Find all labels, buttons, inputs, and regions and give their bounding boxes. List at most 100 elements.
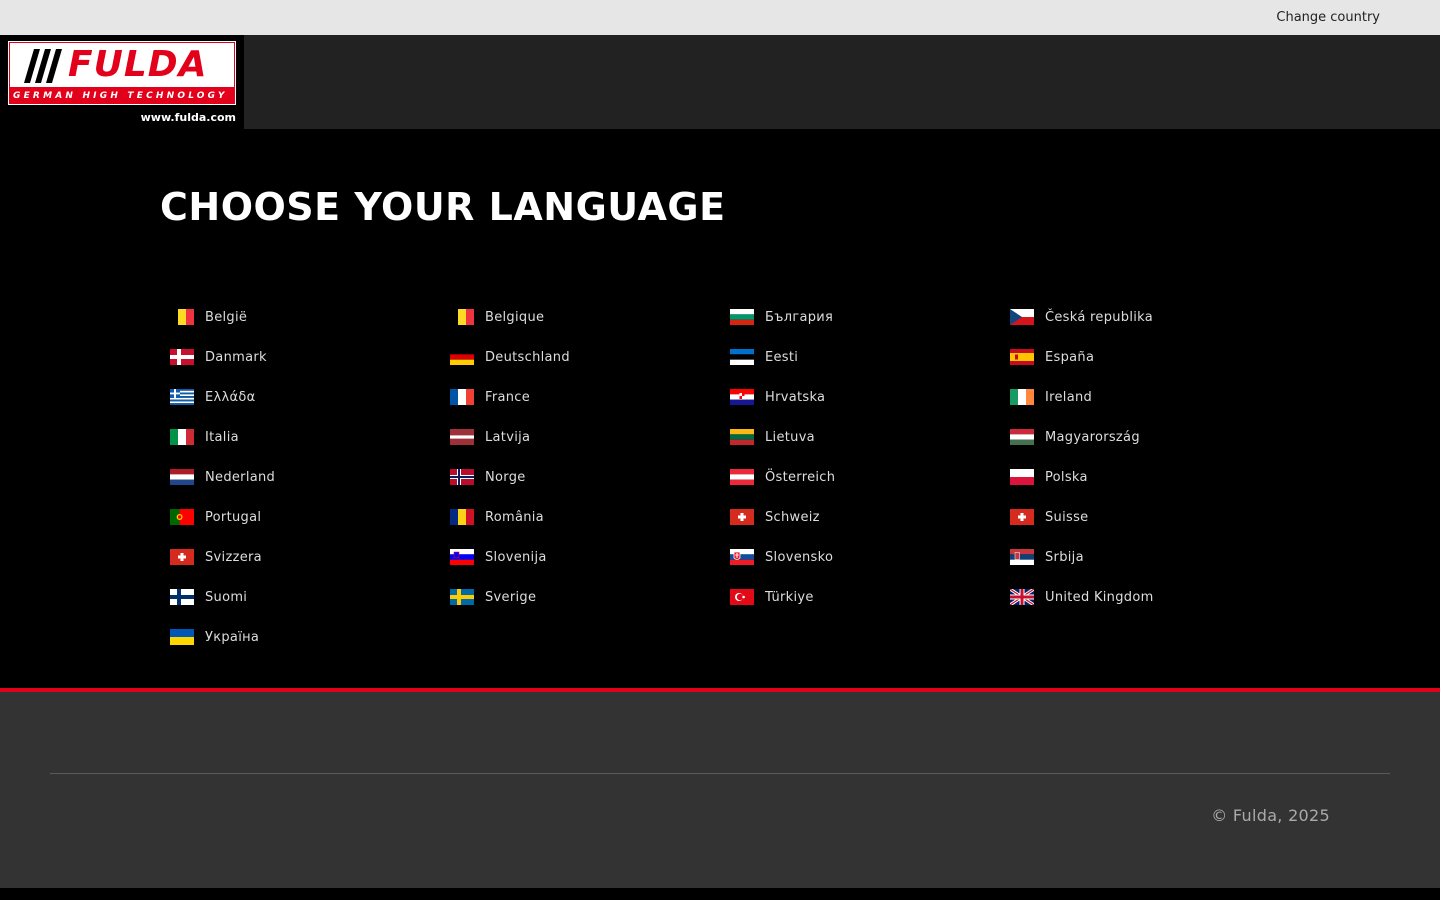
dk-flag-icon xyxy=(170,349,194,365)
fi-flag-icon xyxy=(170,589,194,605)
cz-flag-icon xyxy=(1010,309,1034,325)
logo-band: FULDA xyxy=(10,43,234,87)
language-link-gb[interactable]: United Kingdom xyxy=(1010,580,1290,614)
language-link-es[interactable]: España xyxy=(1010,340,1290,374)
tr-flag-icon xyxy=(730,589,754,605)
no-flag-icon xyxy=(450,469,474,485)
language-link-lv[interactable]: Latvija xyxy=(450,420,730,454)
language-link-fr[interactable]: France xyxy=(450,380,730,414)
language-link-se[interactable]: Sverige xyxy=(450,580,730,614)
bottom-strip xyxy=(0,888,1440,900)
footer-divider xyxy=(50,773,1390,774)
change-country-link[interactable]: Change country xyxy=(1276,10,1380,25)
language-label: Slovensko xyxy=(765,549,834,565)
language-label: Srbija xyxy=(1045,549,1084,565)
language-link-tr[interactable]: Türkiye xyxy=(730,580,1010,614)
logo-wordmark: FULDA xyxy=(68,44,208,85)
ch-flag-icon xyxy=(1010,509,1034,525)
language-label: Slovenija xyxy=(485,549,547,565)
ua-flag-icon xyxy=(170,629,194,645)
language-label: Deutschland xyxy=(485,349,570,365)
copyright-text: © Fulda, 2025 xyxy=(1211,806,1330,825)
language-label: Eesti xyxy=(765,349,799,365)
lt-flag-icon xyxy=(730,429,754,445)
language-link-ch[interactable]: Suisse xyxy=(1010,500,1290,534)
language-label: España xyxy=(1045,349,1095,365)
language-link-sk[interactable]: Slovensko xyxy=(730,540,1010,574)
language-link-hu[interactable]: Magyarország xyxy=(1010,420,1290,454)
pl-flag-icon xyxy=(1010,469,1034,485)
language-link-lt[interactable]: Lietuva xyxy=(730,420,1010,454)
language-link-gr[interactable]: Ελλάδα xyxy=(170,380,450,414)
language-link-pt[interactable]: Portugal xyxy=(170,500,450,534)
be-flag-icon xyxy=(170,309,194,325)
fulda-logo[interactable]: FULDA GERMAN HIGH TECHNOLOGY www.fulda.c… xyxy=(0,35,244,129)
language-link-hr[interactable]: Hrvatska xyxy=(730,380,1010,414)
language-link-fi[interactable]: Suomi xyxy=(170,580,450,614)
language-label: Latvija xyxy=(485,429,531,445)
language-link-dk[interactable]: Danmark xyxy=(170,340,450,374)
page-title: CHOOSE YOUR LANGUAGE xyxy=(160,185,726,229)
language-link-be[interactable]: Belgique xyxy=(450,300,730,334)
language-label: Türkiye xyxy=(765,589,814,605)
language-label: Suisse xyxy=(1045,509,1089,525)
gb-flag-icon xyxy=(1010,589,1034,605)
si-flag-icon xyxy=(450,549,474,565)
language-label: Österreich xyxy=(765,469,836,485)
language-link-cz[interactable]: Česká republika xyxy=(1010,300,1290,334)
de-flag-icon xyxy=(450,349,474,365)
language-link-de[interactable]: Deutschland xyxy=(450,340,730,374)
language-label: Ελλάδα xyxy=(205,389,256,405)
top-bar: Change country xyxy=(0,0,1440,35)
logo-url: www.fulda.com xyxy=(140,111,236,124)
language-link-ie[interactable]: Ireland xyxy=(1010,380,1290,414)
language-label: France xyxy=(485,389,531,405)
tire-tread-icon xyxy=(24,49,62,83)
ch-flag-icon xyxy=(170,549,194,565)
language-link-ee[interactable]: Eesti xyxy=(730,340,1010,374)
language-link-pl[interactable]: Polska xyxy=(1010,460,1290,494)
language-list: België Belgique България Česká republika Dan… xyxy=(170,300,1290,660)
logo-tagline: GERMAN HIGH TECHNOLOGY xyxy=(13,91,228,101)
rs-flag-icon xyxy=(1010,549,1034,565)
language-link-ro[interactable]: România xyxy=(450,500,730,534)
language-link-it[interactable]: Italia xyxy=(170,420,450,454)
language-label: Italia xyxy=(205,429,239,445)
language-label: България xyxy=(765,309,834,325)
language-link-ch[interactable]: Schweiz xyxy=(730,500,1010,534)
language-label: United Kingdom xyxy=(1045,589,1154,605)
ee-flag-icon xyxy=(730,349,754,365)
language-label: Belgique xyxy=(485,309,545,325)
language-label: Україна xyxy=(205,629,260,645)
language-label: Norge xyxy=(485,469,526,485)
hr-flag-icon xyxy=(730,389,754,405)
language-label: Lietuva xyxy=(765,429,815,445)
language-link-at[interactable]: Österreich xyxy=(730,460,1010,494)
lv-flag-icon xyxy=(450,429,474,445)
language-link-nl[interactable]: Nederland xyxy=(170,460,450,494)
language-label: Danmark xyxy=(205,349,267,365)
language-label: Sverige xyxy=(485,589,537,605)
hu-flag-icon xyxy=(1010,429,1034,445)
language-label: Suomi xyxy=(205,589,248,605)
language-link-si[interactable]: Slovenija xyxy=(450,540,730,574)
at-flag-icon xyxy=(730,469,754,485)
language-link-ch[interactable]: Svizzera xyxy=(170,540,450,574)
language-label: Ireland xyxy=(1045,389,1093,405)
sk-flag-icon xyxy=(730,549,754,565)
language-link-rs[interactable]: Srbija xyxy=(1010,540,1290,574)
language-label: România xyxy=(485,509,544,525)
se-flag-icon xyxy=(450,589,474,605)
language-link-no[interactable]: Norge xyxy=(450,460,730,494)
language-label: Česká republika xyxy=(1045,309,1154,325)
fr-flag-icon xyxy=(450,389,474,405)
be-flag-icon xyxy=(450,309,474,325)
logo-badge: FULDA GERMAN HIGH TECHNOLOGY xyxy=(8,41,236,105)
language-label: Portugal xyxy=(205,509,262,525)
language-link-bg[interactable]: България xyxy=(730,300,1010,334)
language-link-be[interactable]: België xyxy=(170,300,450,334)
language-label: Hrvatska xyxy=(765,389,826,405)
language-link-ua[interactable]: Україна xyxy=(170,620,450,654)
language-label: Nederland xyxy=(205,469,276,485)
ro-flag-icon xyxy=(450,509,474,525)
